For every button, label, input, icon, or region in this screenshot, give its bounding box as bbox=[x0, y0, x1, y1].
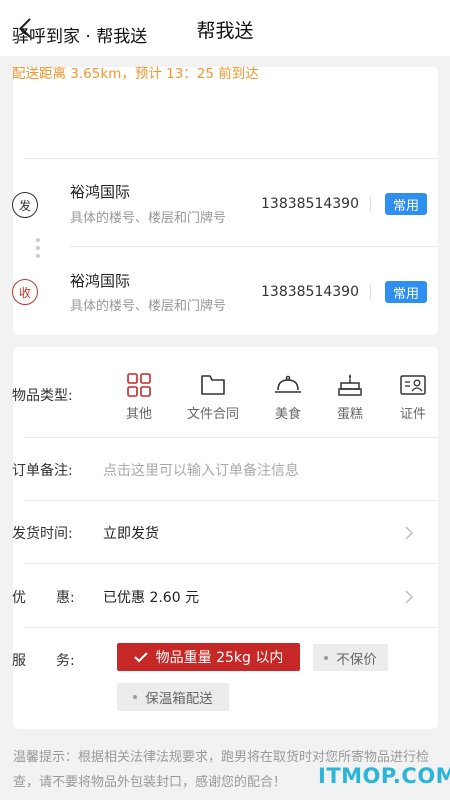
route-dot bbox=[36, 238, 40, 242]
divider bbox=[25, 158, 438, 159]
sender-name: 裕鸿国际 bbox=[70, 183, 131, 201]
service-option-no-insurance[interactable]: 不保价 bbox=[313, 644, 388, 671]
goods-type-document[interactable]: 文件合同 bbox=[183, 372, 243, 422]
send-time-value: 立即发货 bbox=[103, 526, 159, 542]
discount-value: 已优惠 2.60 元 bbox=[103, 590, 200, 606]
watermark: ITMOP.COM bbox=[318, 764, 450, 788]
divider bbox=[25, 627, 438, 628]
goods-type-food[interactable]: 美食 bbox=[258, 372, 318, 422]
receiver-name: 裕鸿国际 bbox=[70, 272, 131, 290]
sender-detail: 具体的楼号、楼层和门牌号 bbox=[70, 211, 227, 226]
goods-type-label: 其他 bbox=[125, 407, 152, 422]
route-title: 驿呼到家 · 帮我送 bbox=[12, 27, 148, 47]
bullet-icon bbox=[133, 695, 138, 699]
receiver-detail: 具体的楼号、楼层和门牌号 bbox=[70, 299, 227, 314]
route-summary: 配送距离 3.65km，预计 13：25 前到达 bbox=[12, 66, 259, 82]
separator bbox=[370, 284, 371, 300]
id-card-icon bbox=[400, 375, 426, 395]
goods-type-label: 美食 bbox=[274, 407, 301, 422]
chevron-right-icon bbox=[405, 590, 413, 604]
goods-type-label: 物品类型: bbox=[12, 388, 73, 404]
folder-icon bbox=[201, 375, 225, 395]
goods-type-cake[interactable]: 蛋糕 bbox=[320, 372, 380, 422]
discount-label: 优惠: bbox=[12, 590, 75, 606]
route-dot bbox=[36, 246, 40, 250]
remark-label: 订单备注: bbox=[12, 463, 73, 479]
goods-type-label: 蛋糕 bbox=[336, 407, 363, 422]
checkmark-icon bbox=[133, 652, 148, 663]
service-option-insulated-box[interactable]: 保温箱配送 bbox=[117, 683, 229, 711]
goods-type-label: 证件 bbox=[399, 407, 426, 422]
divider bbox=[25, 500, 438, 501]
separator bbox=[370, 196, 371, 212]
divider bbox=[70, 246, 438, 247]
dish-cover-icon bbox=[275, 375, 301, 393]
divider bbox=[25, 437, 438, 438]
service-label: 服务: bbox=[12, 653, 75, 669]
divider bbox=[25, 563, 438, 564]
sender-frequent-button[interactable]: 常用 bbox=[385, 193, 427, 215]
goods-type-id[interactable]: 证件 bbox=[383, 372, 443, 422]
sender-phone: 13838514390 bbox=[261, 196, 359, 212]
receiver-phone: 13838514390 bbox=[261, 284, 359, 300]
service-option-weight[interactable]: 物品重量 25kg 以内 bbox=[117, 643, 300, 671]
send-icon: 发 bbox=[12, 192, 38, 218]
bullet-icon bbox=[324, 655, 329, 660]
chevron-right-icon bbox=[405, 526, 413, 540]
remark-input[interactable]: 点击这里可以输入订单备注信息 bbox=[103, 460, 299, 480]
grid-icon bbox=[127, 373, 151, 397]
goods-type-label: 文件合同 bbox=[186, 407, 239, 422]
cake-icon bbox=[338, 374, 362, 396]
send-time-label: 发货时间: bbox=[12, 526, 73, 542]
route-dot bbox=[36, 254, 40, 258]
receiver-frequent-button[interactable]: 常用 bbox=[385, 281, 427, 303]
goods-type-other[interactable]: 其他 bbox=[109, 372, 169, 422]
receive-icon: 收 bbox=[12, 279, 38, 305]
